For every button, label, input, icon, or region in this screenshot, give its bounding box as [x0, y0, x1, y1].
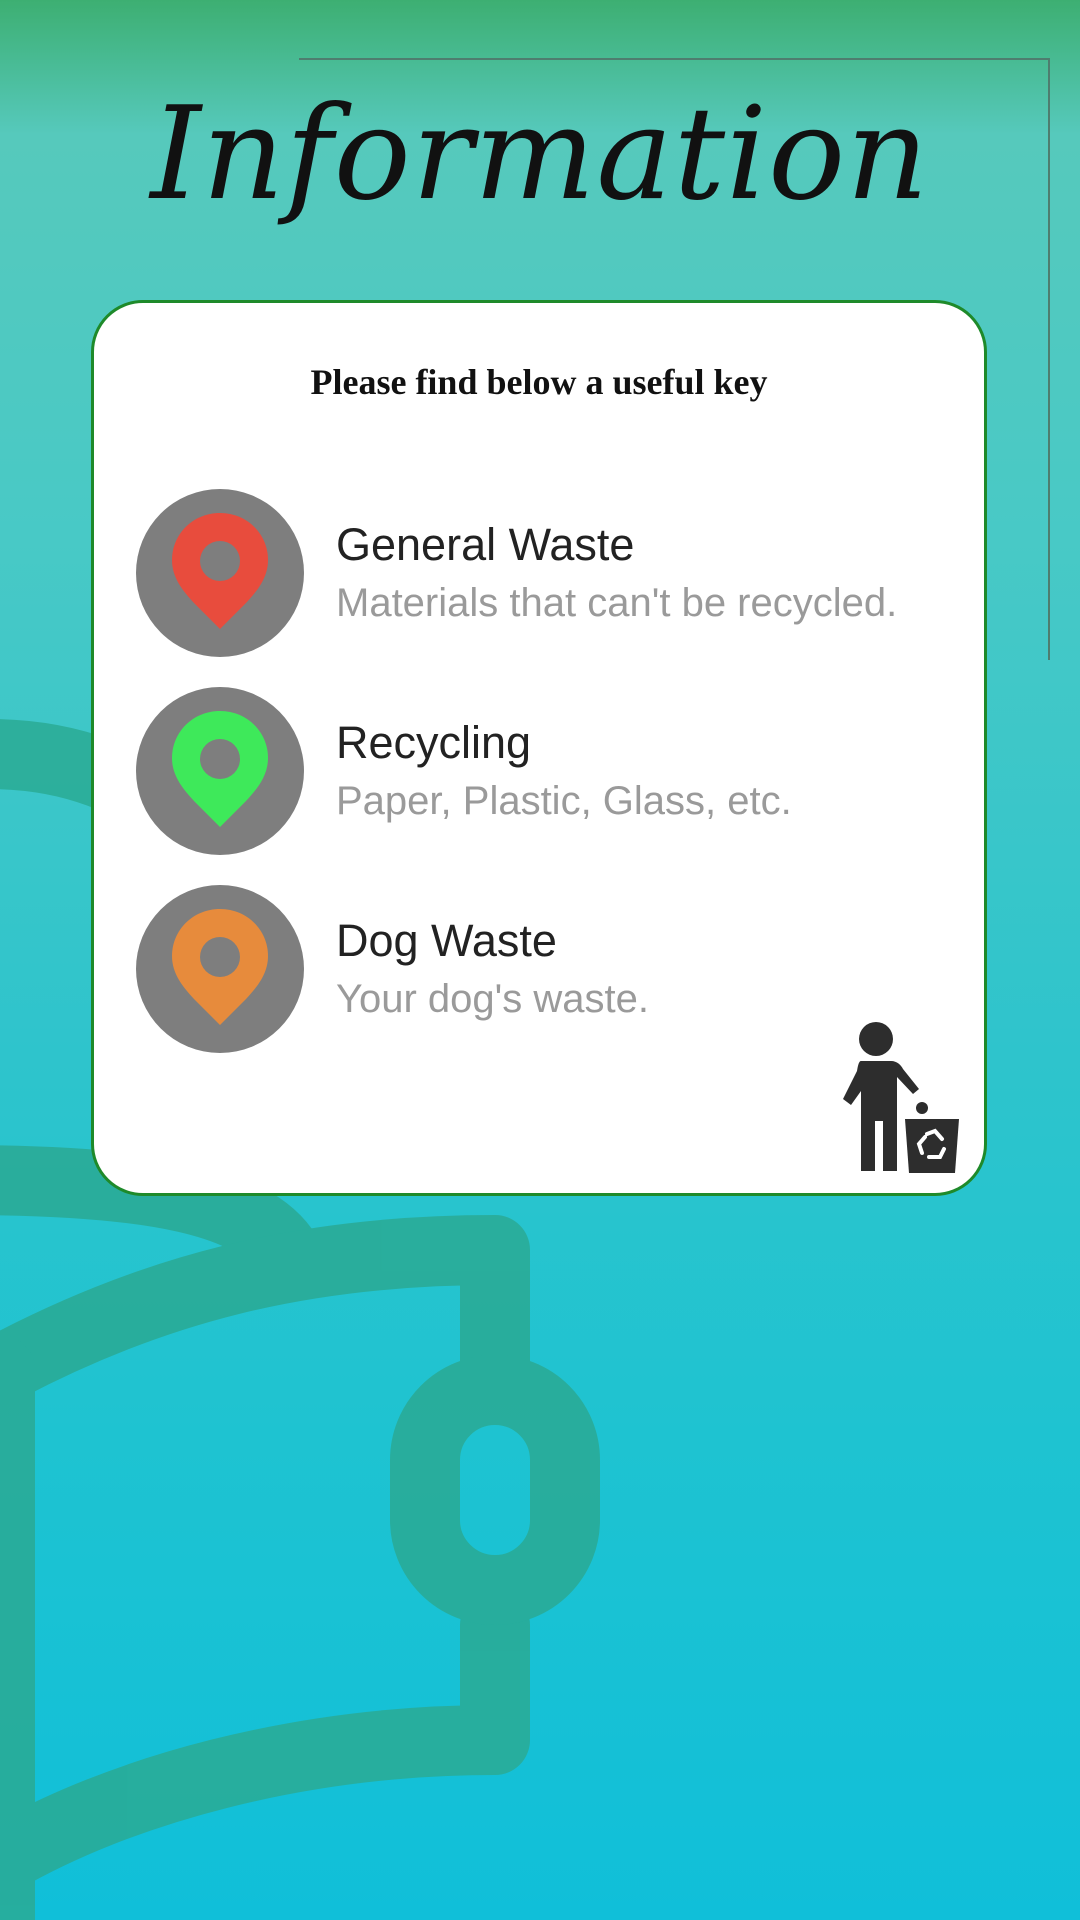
key-item-title: Dog Waste	[336, 915, 557, 966]
dog-waste-pin-icon	[136, 885, 304, 1053]
person-recycling-icon	[843, 1022, 959, 1173]
recycling-pin-icon	[136, 687, 304, 855]
key-card: Please find below a useful key General W…	[91, 300, 987, 1196]
key-item-description: Your dog's waste.	[336, 977, 650, 1021]
key-item-recycling: Recycling Paper, Plastic, Glass, etc.	[136, 687, 936, 855]
key-item-dog-waste: Dog Waste Your dog's waste.	[136, 885, 936, 1053]
key-item-description: Materials that can't be recycled.	[336, 581, 898, 625]
decorative-frame-top-line	[299, 58, 1049, 60]
card-heading: Please find below a useful key	[310, 362, 768, 402]
page-title: Information	[150, 80, 930, 229]
key-item-general-waste: General Waste Materials that can't be re…	[136, 489, 936, 657]
key-item-description: Paper, Plastic, Glass, etc.	[336, 779, 792, 823]
key-item-title: General Waste	[336, 519, 635, 570]
general-waste-pin-icon	[136, 489, 304, 657]
key-item-title: Recycling	[336, 717, 532, 768]
